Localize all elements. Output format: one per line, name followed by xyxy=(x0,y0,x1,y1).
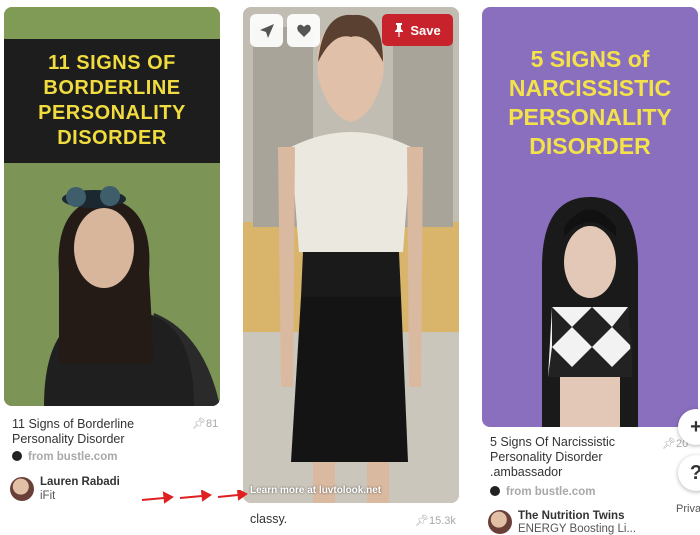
pin-image[interactable]: Save Learn more at luvtolook.net xyxy=(243,7,459,503)
title-art-text: 5 SIGNS of NARCISSISTIC PERSONALITY DISO… xyxy=(508,46,672,159)
pin-caption[interactable]: 11 Signs of Borderline Personality Disor… xyxy=(12,417,134,447)
pin-card-narcissistic[interactable]: 5 SIGNS of NARCISSISTIC PERSONALITY DISO… xyxy=(482,7,700,535)
title-art-text: 11 SIGNS OF BORDERLINE PERSONALITY DISOR… xyxy=(38,52,186,149)
image-background xyxy=(4,7,220,39)
annotation-arrows xyxy=(141,490,248,504)
caption-line: .ambassador xyxy=(490,465,563,479)
pin-card-classy[interactable]: Save Learn more at luvtolook.net classy.… xyxy=(243,7,459,527)
board-name[interactable]: iFit xyxy=(40,490,55,502)
save-label: Save xyxy=(410,22,441,38)
learn-more-link[interactable]: Learn more at luvtolook.net xyxy=(250,485,381,496)
caption-line: 11 Signs of Borderline xyxy=(12,417,135,431)
portrait-illustration xyxy=(542,197,638,427)
fashion-illustration xyxy=(243,7,459,503)
pin-card-borderline[interactable]: 11 SIGNS OF BORDERLINE PERSONALITY DISOR… xyxy=(4,7,220,526)
source-text: from bustle.com xyxy=(28,451,118,463)
caption-line: 5 Signs Of Narcissistic xyxy=(490,435,616,449)
caption-line: classy. xyxy=(250,512,288,526)
portrait-illustration xyxy=(4,163,220,406)
pin-caption[interactable]: classy. xyxy=(250,512,287,527)
avatar[interactable] xyxy=(10,477,34,501)
pin-icon: 📌︎ xyxy=(662,438,676,450)
pin-icon: 📌︎ xyxy=(415,515,429,527)
pin-caption[interactable]: 5 Signs Of Narcissistic Personality Diso… xyxy=(490,435,615,480)
like-button[interactable] xyxy=(287,14,320,47)
arrow-icon xyxy=(141,490,248,504)
heart-icon xyxy=(296,24,311,37)
pinner-name[interactable]: Lauren Rabadi xyxy=(40,476,120,488)
send-button[interactable] xyxy=(250,14,283,47)
pin-image[interactable]: 11 SIGNS OF BORDERLINE PERSONALITY DISOR… xyxy=(4,7,220,406)
send-icon xyxy=(259,23,274,38)
title-banner: 11 SIGNS OF BORDERLINE PERSONALITY DISOR… xyxy=(4,39,220,163)
caption-line: Personality Disorder xyxy=(490,450,603,464)
source-link[interactable]: from bustle.com xyxy=(12,451,117,463)
pin-icon: 📌︎ xyxy=(192,418,206,430)
board-name[interactable]: ENERGY Boosting Li... xyxy=(518,523,636,535)
pinner-name[interactable]: The Nutrition Twins xyxy=(518,510,624,522)
plus-icon: + xyxy=(690,415,700,438)
source-icon xyxy=(490,486,500,496)
repin-count: 📌︎15.3k xyxy=(415,514,456,527)
help-icon: ? xyxy=(690,462,700,485)
repin-count-value: 15.3k xyxy=(428,515,456,527)
repin-count-value: 81 xyxy=(205,418,219,430)
repin-count: 📌︎81 xyxy=(192,417,218,430)
source-text: from bustle.com xyxy=(506,486,596,498)
source-link[interactable]: from bustle.com xyxy=(490,486,595,498)
avatar[interactable] xyxy=(488,510,512,534)
pin-image[interactable]: 5 SIGNS of NARCISSISTIC PERSONALITY DISO… xyxy=(482,7,698,427)
pin-icon xyxy=(395,23,404,37)
caption-line: Personality Disorder xyxy=(12,432,125,446)
privacy-link[interactable]: Priva xyxy=(676,503,700,515)
save-button[interactable]: Save xyxy=(382,14,453,46)
source-icon xyxy=(12,451,22,461)
